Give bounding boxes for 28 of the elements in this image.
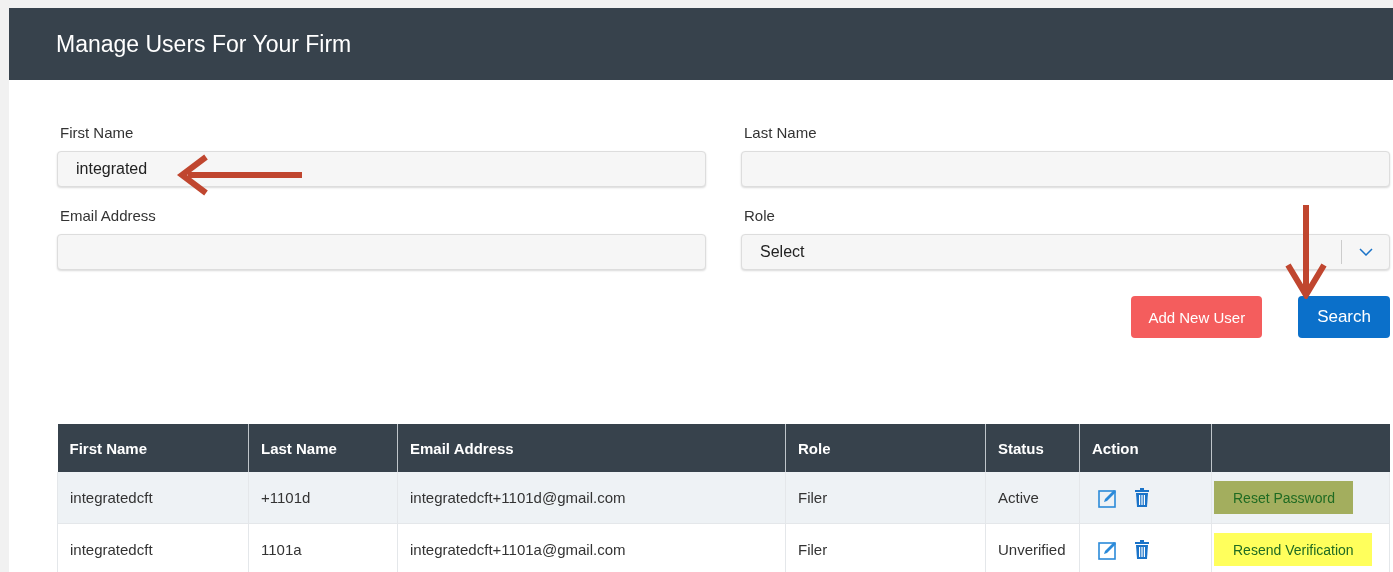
first-name-field[interactable]: integrated: [57, 151, 706, 187]
table-cell: Filer: [785, 472, 986, 524]
column-header: Last Name: [248, 424, 398, 472]
page-title: Manage Users For Your Firm: [56, 30, 352, 58]
field-label: First Name: [60, 124, 135, 141]
column-header: Role: [785, 424, 986, 472]
field-label: Last Name: [744, 124, 818, 141]
column-header: First Name: [57, 424, 249, 472]
table-cell: integratedcft: [57, 523, 249, 572]
edit-icon[interactable]: [1098, 539, 1118, 560]
column-header: Status: [985, 424, 1080, 472]
trash-icon[interactable]: [1134, 540, 1150, 559]
field-label: Email Address: [60, 207, 157, 224]
table-cell: integratedcft+1101d@gmail.com: [397, 472, 786, 524]
action-button[interactable]: Search: [1298, 296, 1390, 338]
column-header: Email Address: [397, 424, 786, 472]
role-dropdown[interactable]: Select: [741, 234, 1390, 270]
column-header: Action: [1079, 424, 1212, 472]
table-cell: integratedcft: [57, 472, 249, 524]
trash-icon[interactable]: [1134, 488, 1150, 507]
field-label: Role: [744, 207, 776, 224]
table-cell: Active: [985, 472, 1080, 524]
email-field[interactable]: [57, 234, 706, 270]
table-cell: +1101d: [248, 472, 398, 524]
last-name-field[interactable]: [741, 151, 1390, 187]
chevron-down-icon: [1359, 248, 1373, 256]
action-link[interactable]: Resend Verification: [1214, 533, 1372, 566]
edit-icon[interactable]: [1098, 487, 1118, 508]
